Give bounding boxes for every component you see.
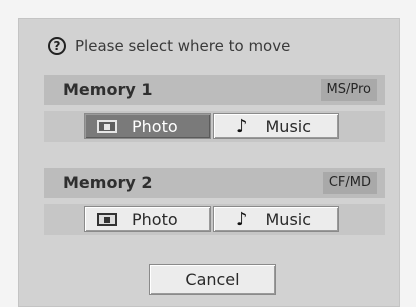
- memory-2-badge: CF/MD: [322, 172, 377, 194]
- photo-icon: [97, 119, 117, 133]
- music-note-icon: ♪: [236, 208, 248, 230]
- cancel-button[interactable]: Cancel: [149, 264, 276, 295]
- dialog-prompt: ? Please select where to move: [48, 37, 290, 55]
- memory-1-music-button[interactable]: ♪ Music: [213, 113, 339, 139]
- music-label: Music: [265, 209, 312, 229]
- memory-2-header: Memory 2 CF/MD: [44, 168, 385, 198]
- photo-icon: [97, 212, 117, 226]
- memory-1-header: Memory 1 MS/Pro: [44, 75, 385, 105]
- memory-2-title: Memory 2: [63, 173, 153, 192]
- photo-label: Photo: [132, 116, 178, 136]
- memory-2-music-button[interactable]: ♪ Music: [213, 206, 339, 232]
- memory-2-photo-button[interactable]: Photo: [84, 206, 211, 232]
- photo-label: Photo: [132, 209, 178, 229]
- music-note-icon: ♪: [236, 115, 248, 137]
- music-label: Music: [265, 116, 312, 136]
- memory-1-options: Photo ♪ Music: [44, 111, 385, 142]
- memory-1-title: Memory 1: [63, 80, 153, 99]
- memory-1-badge: MS/Pro: [320, 79, 377, 101]
- memory-2-options: Photo ♪ Music: [44, 204, 385, 235]
- prompt-text: Please select where to move: [75, 37, 291, 55]
- move-dialog: ? Please select where to move Memory 1 M…: [18, 18, 400, 307]
- memory-1-photo-button[interactable]: Photo: [84, 113, 211, 139]
- question-icon: ?: [48, 37, 66, 55]
